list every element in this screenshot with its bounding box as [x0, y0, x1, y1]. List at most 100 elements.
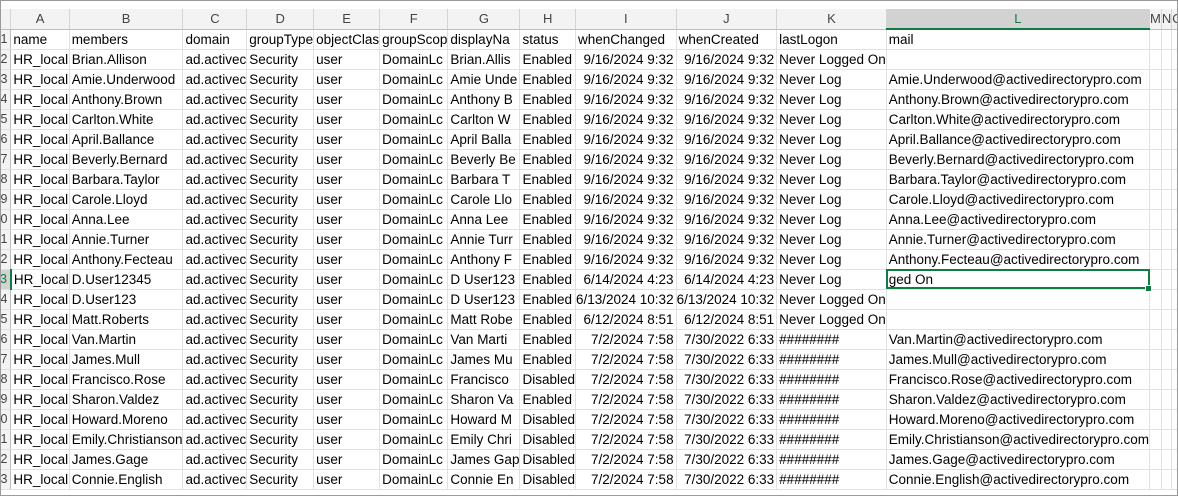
- cell-o[interactable]: [1171, 89, 1177, 110]
- cell-n[interactable]: [1161, 229, 1173, 250]
- cell-e[interactable]: user: [313, 109, 381, 130]
- cell-c[interactable]: domain: [182, 29, 248, 50]
- cell-o[interactable]: [1171, 369, 1177, 390]
- cell-b[interactable]: Anthony.Brown: [69, 89, 184, 110]
- cell-k[interactable]: Never Log: [776, 169, 887, 190]
- column-header-a[interactable]: A: [10, 9, 70, 30]
- cell-e[interactable]: user: [313, 329, 381, 350]
- cell-j[interactable]: 7/30/2022 6:33: [676, 449, 778, 470]
- cell-g[interactable]: Howard M: [447, 409, 521, 430]
- cell-k[interactable]: Never Logged On: [776, 289, 887, 310]
- cell-h[interactable]: Disabled: [519, 409, 576, 430]
- cell-g[interactable]: Anna Lee: [447, 209, 521, 230]
- cell-n[interactable]: [1161, 189, 1173, 210]
- cell-a[interactable]: HR_local: [10, 309, 70, 330]
- cell-k[interactable]: Never Log: [776, 89, 887, 110]
- cell-g[interactable]: April Balla: [447, 129, 521, 150]
- cell-b[interactable]: Sharon.Valdez: [69, 389, 184, 410]
- cell-m[interactable]: [1149, 229, 1162, 250]
- cell-g[interactable]: Matt Robe: [447, 309, 521, 330]
- cell-n[interactable]: [1161, 129, 1173, 150]
- cell-f[interactable]: DomainLc: [379, 429, 449, 450]
- cell-g[interactable]: James Mu: [447, 349, 521, 370]
- cell-i[interactable]: 7/2/2024 7:58: [575, 469, 677, 490]
- cell-o[interactable]: [1171, 289, 1177, 310]
- cell-b[interactable]: Beverly.Bernard: [69, 149, 184, 170]
- cell-j[interactable]: 9/16/2024 9:32: [676, 49, 778, 70]
- cell-m[interactable]: [1149, 89, 1162, 110]
- cell-j[interactable]: 7/30/2022 6:33: [676, 389, 778, 410]
- cell-o[interactable]: [1171, 269, 1177, 290]
- cell-d[interactable]: Security: [246, 229, 315, 250]
- cell-e[interactable]: user: [313, 209, 381, 230]
- cell-a[interactable]: HR_local: [10, 429, 70, 450]
- cell-j[interactable]: 7/30/2022 6:33: [676, 369, 778, 390]
- cell-k[interactable]: ########: [776, 369, 887, 390]
- cell-j[interactable]: 9/16/2024 9:32: [676, 149, 778, 170]
- cell-h[interactable]: Enabled: [519, 49, 576, 70]
- cell-m[interactable]: [1149, 429, 1162, 450]
- cell-m[interactable]: [1149, 329, 1162, 350]
- cell-k[interactable]: Never Log: [776, 129, 887, 150]
- row-header[interactable]: 13: [1, 269, 12, 290]
- cell-i[interactable]: 9/16/2024 9:32: [575, 189, 677, 210]
- cell-f[interactable]: DomainLc: [379, 329, 449, 350]
- cell-l[interactable]: Connie.English@activedirectorypro.com: [886, 469, 1151, 490]
- cell-h[interactable]: Enabled: [519, 329, 576, 350]
- cell-m[interactable]: [1149, 449, 1162, 470]
- cell-a[interactable]: HR_local: [10, 169, 70, 190]
- cell-j[interactable]: 9/16/2024 9:32: [676, 89, 778, 110]
- cell-o[interactable]: [1171, 169, 1177, 190]
- cell-m[interactable]: [1149, 469, 1162, 490]
- cell-l[interactable]: Anna.Lee@activedirectorypro.com: [886, 209, 1151, 230]
- cell-d[interactable]: Security: [246, 189, 315, 210]
- cell-e[interactable]: user: [313, 309, 381, 330]
- cell-e[interactable]: user: [313, 189, 381, 210]
- cell-i[interactable]: whenChanged: [575, 29, 677, 50]
- cell-o[interactable]: [1171, 309, 1177, 330]
- cell-k[interactable]: Never Logged On: [776, 309, 887, 330]
- cell-k[interactable]: ########: [776, 449, 887, 470]
- cell-f[interactable]: DomainLc: [379, 269, 449, 290]
- cell-f[interactable]: DomainLc: [379, 249, 449, 270]
- cell-d[interactable]: Security: [246, 449, 315, 470]
- cell-m[interactable]: [1149, 409, 1162, 430]
- cell-d[interactable]: Security: [246, 329, 315, 350]
- cell-d[interactable]: Security: [246, 149, 315, 170]
- cell-b[interactable]: Carole.Lloyd: [69, 189, 184, 210]
- cell-g[interactable]: Connie En: [447, 469, 521, 490]
- cell-g[interactable]: Sharon Va: [447, 389, 521, 410]
- cell-a[interactable]: HR_local: [10, 69, 70, 90]
- cell-o[interactable]: [1171, 409, 1177, 430]
- cell-d[interactable]: Security: [246, 169, 315, 190]
- cell-h[interactable]: Enabled: [519, 129, 576, 150]
- cell-j[interactable]: 9/16/2024 9:32: [676, 189, 778, 210]
- cell-k[interactable]: ########: [776, 429, 887, 450]
- cell-k[interactable]: ########: [776, 349, 887, 370]
- row-header[interactable]: 2: [1, 49, 12, 70]
- cell-a[interactable]: name: [10, 29, 70, 50]
- cell-l[interactable]: mail: [886, 29, 1151, 50]
- cell-a[interactable]: HR_local: [10, 229, 70, 250]
- cell-e[interactable]: user: [313, 409, 381, 430]
- cell-g[interactable]: Anthony B: [447, 89, 521, 110]
- cell-e[interactable]: user: [313, 269, 381, 290]
- cell-o[interactable]: [1171, 149, 1177, 170]
- cell-j[interactable]: 9/16/2024 9:32: [676, 249, 778, 270]
- cell-i[interactable]: 9/16/2024 9:32: [575, 129, 677, 150]
- cell-d[interactable]: Security: [246, 469, 315, 490]
- cell-o[interactable]: [1171, 469, 1177, 490]
- cell-h[interactable]: Disabled: [519, 429, 576, 450]
- cell-c[interactable]: ad.activec: [182, 169, 248, 190]
- cell-g[interactable]: displayNa: [447, 29, 521, 50]
- cell-f[interactable]: DomainLc: [379, 169, 449, 190]
- row-header[interactable]: 8: [1, 169, 12, 190]
- cell-o[interactable]: [1171, 329, 1177, 350]
- cell-e[interactable]: user: [313, 389, 381, 410]
- cell-o[interactable]: [1171, 189, 1177, 210]
- row-header[interactable]: 15: [1, 309, 12, 330]
- cell-k[interactable]: Never Log: [776, 109, 887, 130]
- cell-k[interactable]: Never Log: [776, 209, 887, 230]
- cell-d[interactable]: Security: [246, 389, 315, 410]
- cell-b[interactable]: Matt.Roberts: [69, 309, 184, 330]
